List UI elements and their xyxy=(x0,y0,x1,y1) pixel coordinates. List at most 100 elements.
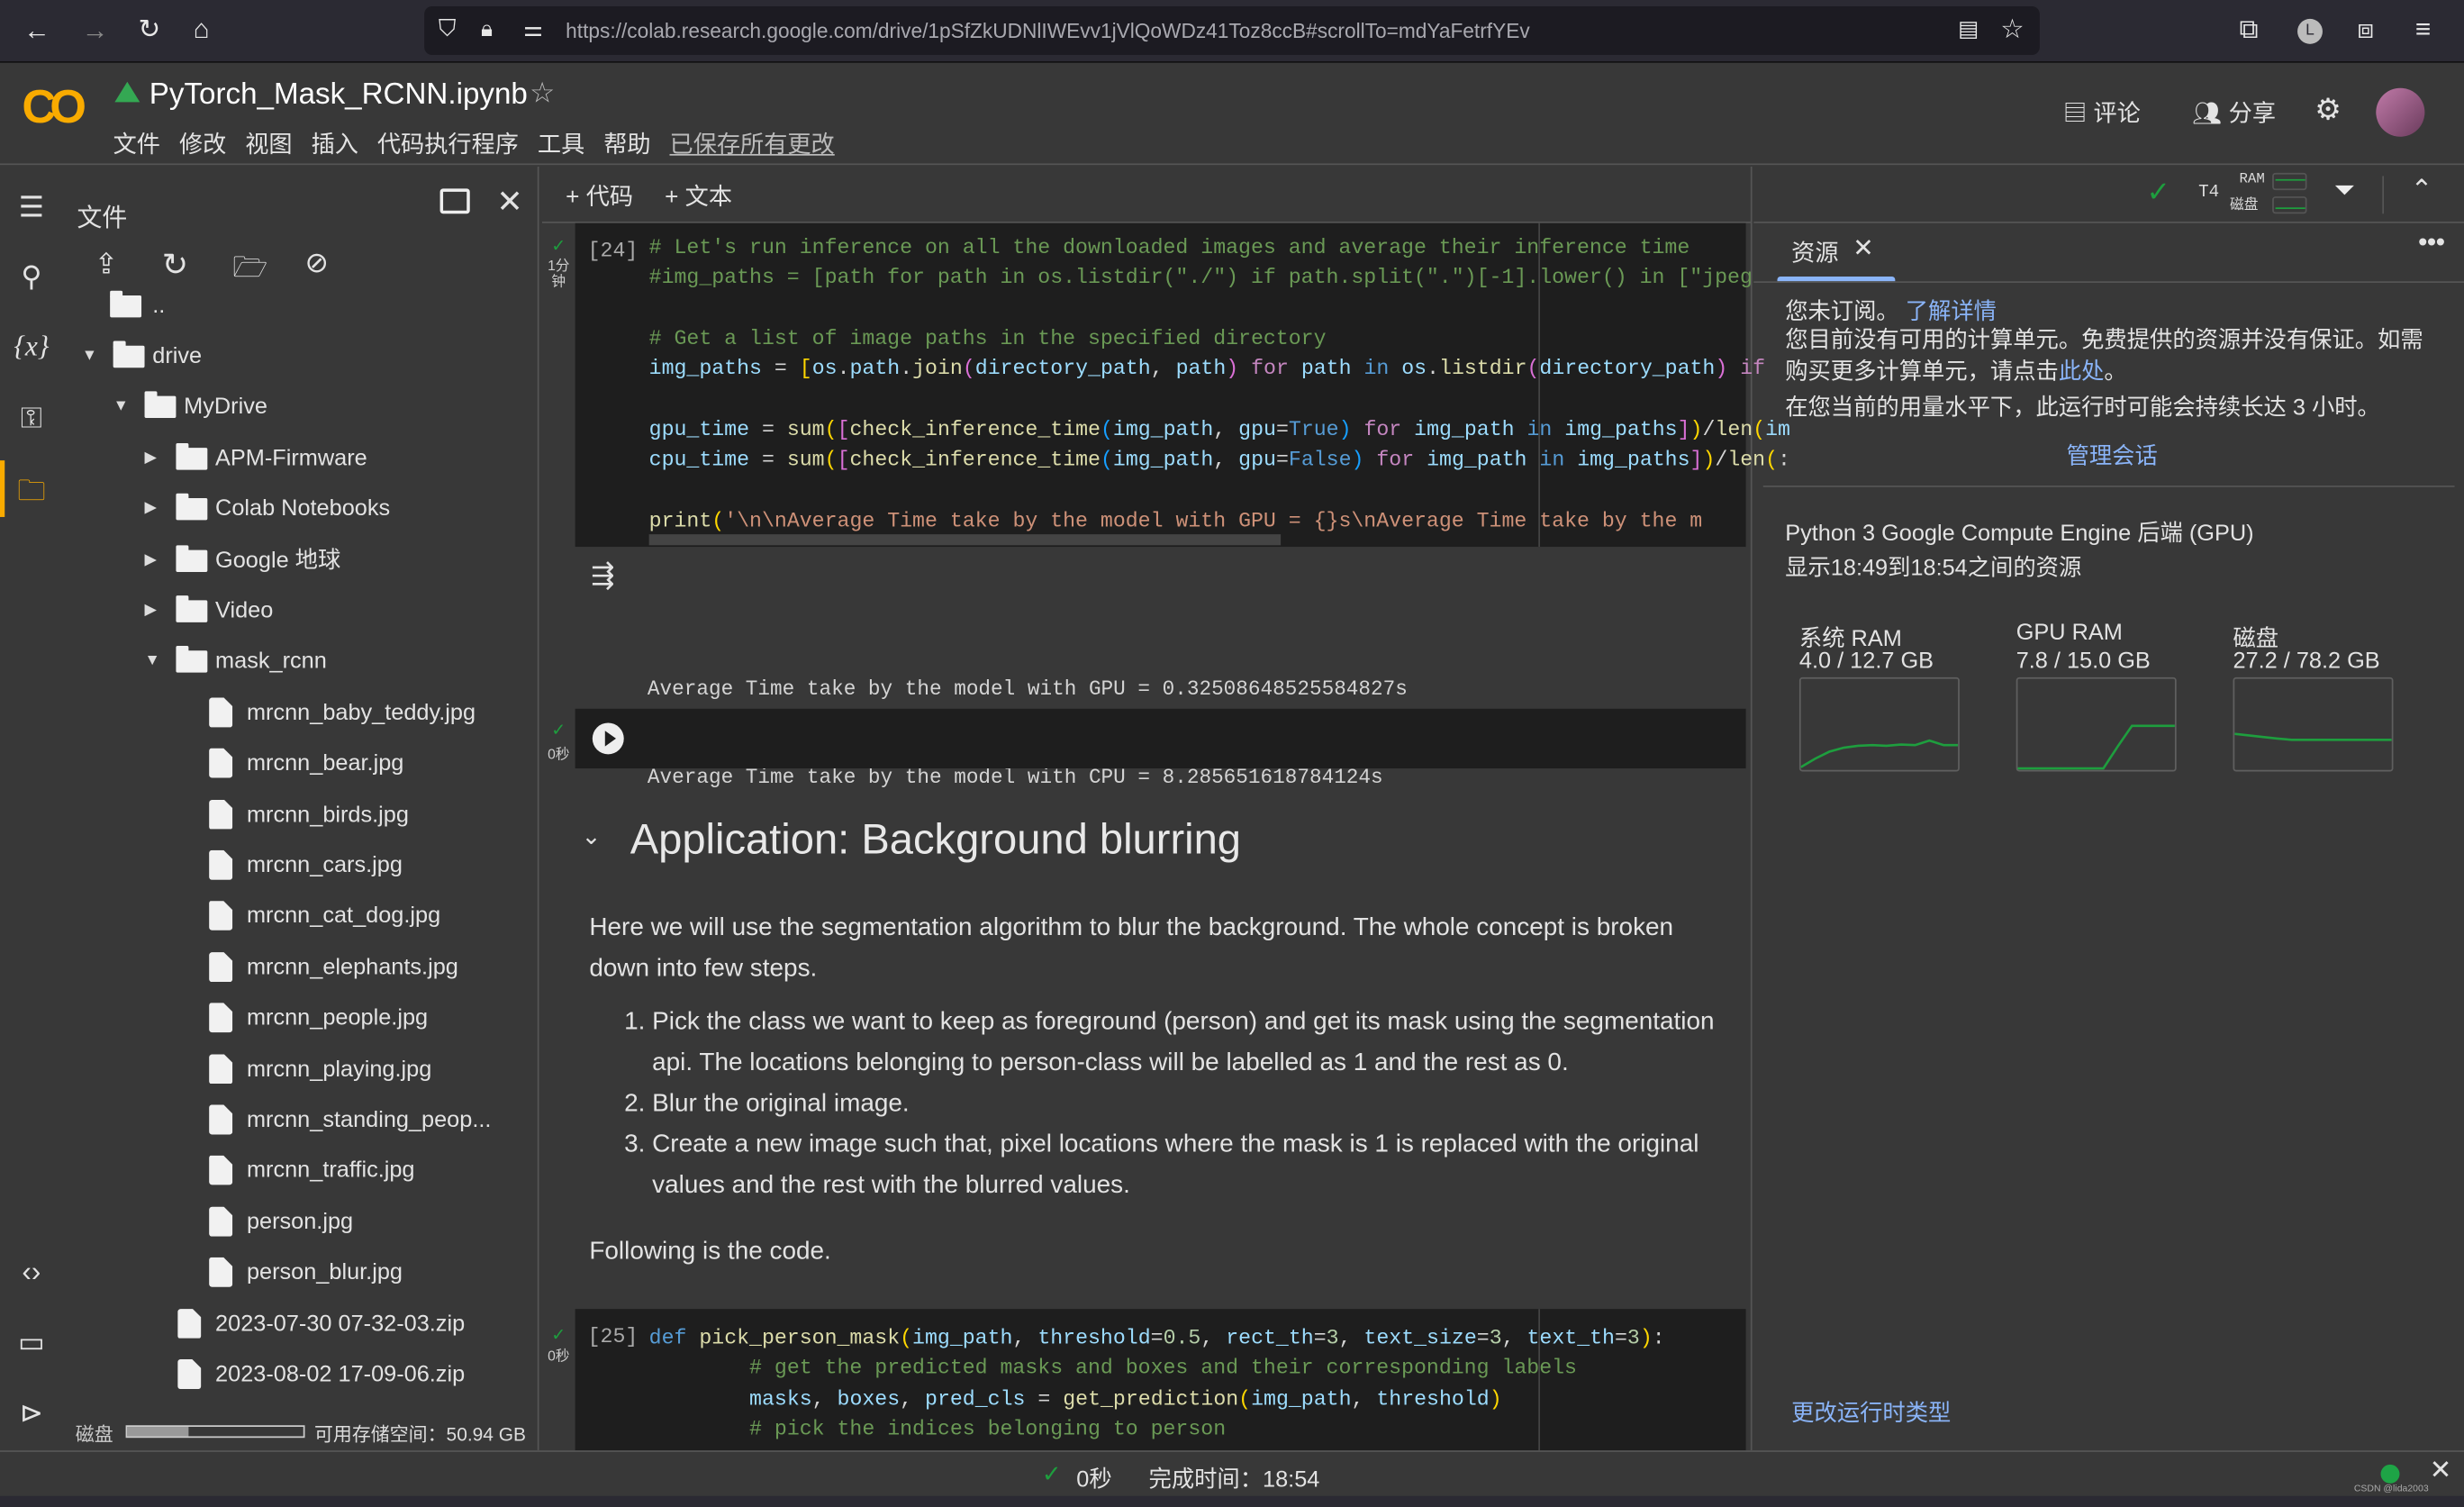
folder-icon[interactable]: 🗀︎ xyxy=(0,471,63,518)
menu-edit[interactable]: 修改 xyxy=(179,132,226,159)
collapsed-arrow-icon[interactable]: ▶ xyxy=(145,593,157,631)
collapsed-arrow-icon[interactable]: ▶ xyxy=(145,541,157,579)
avatar[interactable] xyxy=(2376,87,2425,137)
menu-insert[interactable]: 插入 xyxy=(312,132,358,159)
watermark: CSDN @lida2003 xyxy=(2353,1484,2429,1495)
empty-code-cell[interactable] xyxy=(575,708,1746,769)
code-token: ( xyxy=(824,448,838,472)
menu-tools[interactable]: 工具 xyxy=(538,132,584,159)
star-icon[interactable]: ☆ xyxy=(530,77,555,110)
hide-files-icon[interactable]: ⊘ xyxy=(305,247,329,280)
upload-file-icon[interactable]: ⇪ xyxy=(95,249,118,282)
permissions-icon[interactable]: ⚌ xyxy=(523,17,543,39)
home-icon[interactable]: ⌂ xyxy=(194,15,210,42)
code-editor[interactable]: # Let's run inference on all the downloa… xyxy=(649,232,1790,536)
close-tab-icon[interactable]: ✕ xyxy=(1853,232,1873,264)
menu-runtime[interactable]: 代码执行程序 xyxy=(377,132,519,159)
change-runtime-type-link[interactable]: 更改运行时类型 xyxy=(1791,1395,1951,1429)
add-text-button[interactable]: + 文本 xyxy=(665,179,732,213)
code-snippets-icon[interactable]: ‹› xyxy=(0,1256,63,1289)
ram-mini-graph[interactable] xyxy=(2272,172,2307,191)
collapsed-arrow-icon[interactable]: ▶ xyxy=(145,440,157,477)
expanded-arrow-icon[interactable]: ▼ xyxy=(82,338,97,376)
code-line: # get the predicted masks and boxes and … xyxy=(649,1354,1665,1384)
expanded-arrow-icon[interactable]: ▼ xyxy=(145,643,160,681)
gear-icon[interactable]: ⚙ xyxy=(2315,93,2342,129)
shield-icon[interactable]: ⛉ xyxy=(439,17,457,41)
code-token: # Let's run inference on all the downloa… xyxy=(648,235,1690,259)
toc-icon[interactable]: ☰ xyxy=(0,192,63,225)
code-cell-24[interactable]: [24] # Let's run inference on all the do… xyxy=(575,222,1790,548)
more-options-icon[interactable]: ••• xyxy=(2418,230,2444,258)
code-token: #img_paths = [path for path in os.listdi… xyxy=(648,266,1753,290)
manage-sessions-link[interactable]: 管理会话 xyxy=(2067,439,2158,472)
runtime-type[interactable]: T4 xyxy=(2198,184,2219,203)
profile-icon[interactable]: L xyxy=(2297,18,2323,44)
code-token: ( xyxy=(824,417,838,441)
url-text[interactable]: https://colab.research.google.com/drive/… xyxy=(566,19,1530,42)
tab-resources[interactable]: 资源 xyxy=(1791,236,1838,269)
period: 。 xyxy=(2104,359,2127,385)
runtime-toolbar: ✓ T4 RAM 磁盘 ⌃ xyxy=(1753,167,2464,223)
tree-item-label: mrcnn_people.jpg xyxy=(246,1005,429,1031)
collapse-section-icon[interactable]: ⌄ xyxy=(582,822,602,850)
run-cell-button[interactable] xyxy=(592,722,624,755)
file-icon xyxy=(177,1308,202,1339)
file-icon xyxy=(209,697,233,728)
output-toggle-icon[interactable]: ⇶ xyxy=(591,559,614,593)
refresh-icon[interactable]: ↻ xyxy=(162,245,188,285)
menu-icon[interactable]: ≡ xyxy=(2415,15,2431,42)
collapse-header-icon[interactable]: ⌃ xyxy=(2411,175,2433,206)
open-in-tab-icon[interactable] xyxy=(439,188,470,214)
close-status-icon[interactable]: ✕ xyxy=(2430,1455,2452,1486)
horizontal-scrollbar[interactable] xyxy=(648,534,1282,546)
code-token: , xyxy=(900,1386,926,1411)
usage-line xyxy=(2017,724,2175,770)
bookmark-star-icon[interactable]: ☆ xyxy=(2000,15,2025,42)
usage-graph xyxy=(2233,676,2394,772)
saved-status[interactable]: 已保存所有更改 xyxy=(670,132,835,159)
colab-logo[interactable]: CO xyxy=(22,82,86,135)
reader-icon[interactable]: ▤ xyxy=(1958,17,1979,39)
code-token: , xyxy=(1150,357,1176,381)
learn-more-link[interactable]: 了解详情 xyxy=(1906,300,1997,325)
lock-icon[interactable]: 🔒︎ xyxy=(481,17,493,39)
back-icon[interactable]: ← xyxy=(23,17,50,44)
reload-icon[interactable]: ↻ xyxy=(139,15,161,42)
code-token: directory_path xyxy=(974,357,1151,381)
key-icon[interactable]: ⚿ xyxy=(0,403,63,436)
comment-button[interactable]: ▤ 评论 xyxy=(2063,95,2141,129)
command-palette-icon[interactable]: ▭ xyxy=(0,1326,63,1359)
code-token: = xyxy=(1313,1326,1327,1350)
code-editor[interactable]: def pick_person_mask(img_path, threshold… xyxy=(649,1323,1665,1445)
terminal-icon[interactable]: ⊳ xyxy=(0,1397,63,1430)
menu-file[interactable]: 文件 xyxy=(113,132,160,159)
menu-view[interactable]: 视图 xyxy=(245,132,292,159)
code-token: sum xyxy=(786,417,825,441)
extension-icon[interactable]: ⧉ xyxy=(2239,15,2258,42)
share-button[interactable]: 👥︎ 分享 xyxy=(2192,95,2276,129)
code-token: text_th xyxy=(1526,1326,1615,1350)
code-token: , xyxy=(1351,1386,1377,1411)
connect-dropdown-icon[interactable] xyxy=(2334,185,2354,195)
menu-help[interactable]: 帮助 xyxy=(603,132,650,159)
code-cell-25[interactable]: [25] def pick_person_mask(img_path, thre… xyxy=(575,1309,1746,1451)
expanded-arrow-icon[interactable]: ▼ xyxy=(113,389,129,427)
forward-icon[interactable]: → xyxy=(82,17,109,44)
variables-icon[interactable]: {x} xyxy=(0,330,63,363)
code-token: = xyxy=(1275,417,1289,441)
usage-line xyxy=(2234,732,2392,741)
buy-here-link[interactable]: 此处 xyxy=(2059,359,2105,385)
add-code-button[interactable]: + 代码 xyxy=(566,179,633,213)
mount-drive-icon[interactable]: 🗁︎ xyxy=(232,249,267,295)
notebook-title[interactable]: PyTorch_Mask_RCNN.ipynb xyxy=(149,78,528,113)
disk-mini-graph[interactable] xyxy=(2272,196,2307,214)
puzzle-icon[interactable]: ⧈ xyxy=(2357,15,2374,42)
tree-item-label: 2023-08-02 17-09-06.zip xyxy=(215,1362,466,1388)
close-icon[interactable]: ✕ xyxy=(496,182,522,222)
search-icon[interactable]: ⚲ xyxy=(0,261,63,295)
disk-free: 可用存储空间：50.94 GB xyxy=(313,1423,527,1446)
collapsed-arrow-icon[interactable]: ▶ xyxy=(145,491,157,529)
folder-icon xyxy=(176,494,208,521)
address-bar[interactable]: ⛉ 🔒︎ ⚌ https://colab.research.google.com… xyxy=(424,5,2040,56)
